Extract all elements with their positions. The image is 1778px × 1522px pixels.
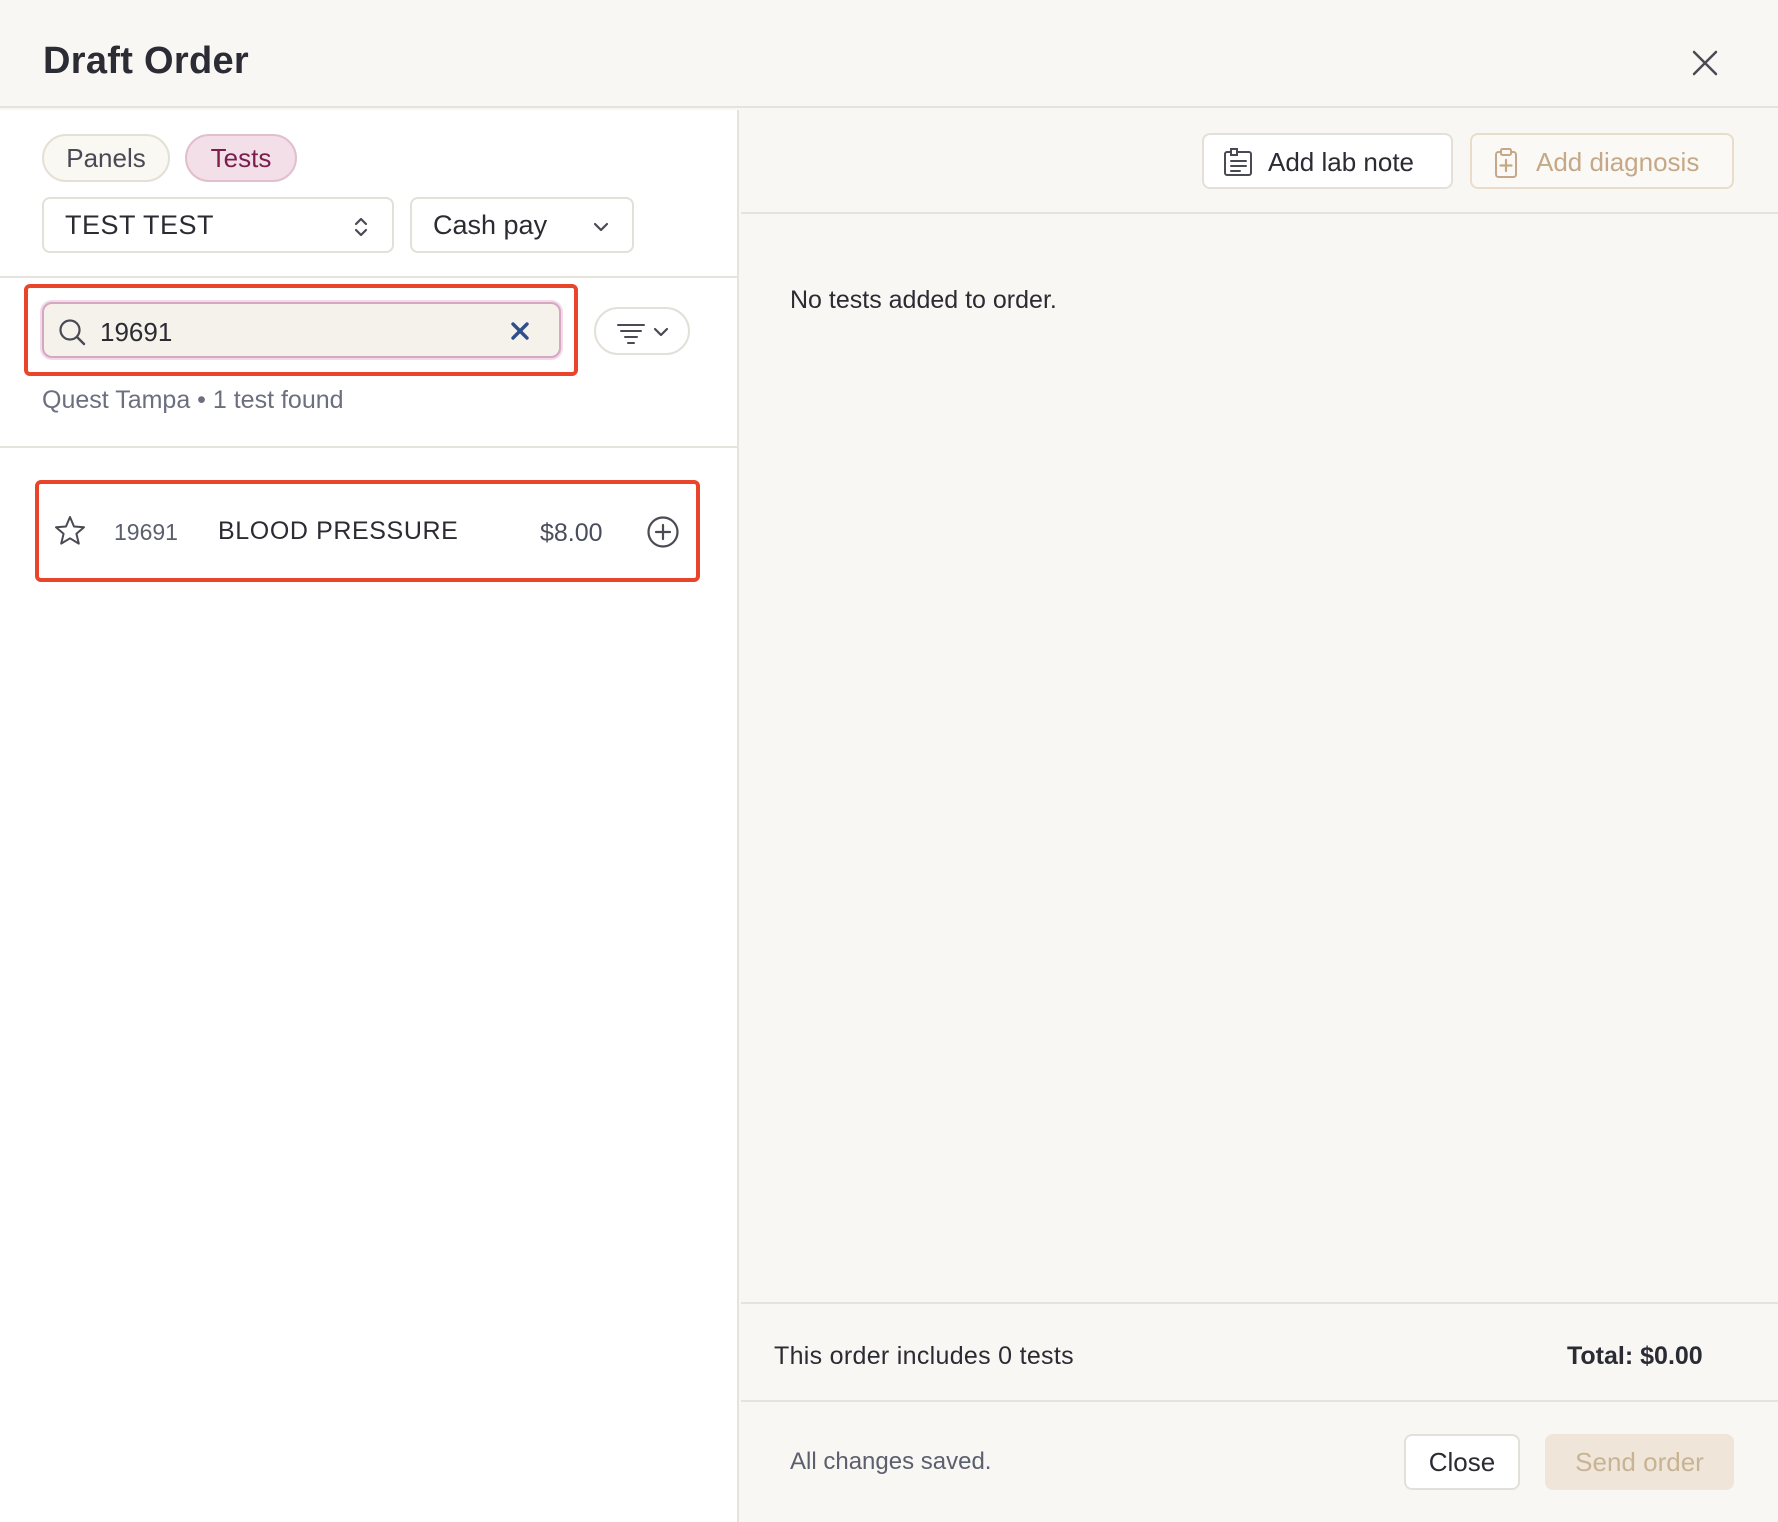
search-input-value: 19691 xyxy=(100,317,173,347)
add-circle-icon[interactable] xyxy=(646,515,680,549)
test-name: BLOOD PRESSURE xyxy=(218,517,459,545)
test-code: 19691 xyxy=(114,519,178,545)
star-icon[interactable] xyxy=(53,514,87,548)
add-lab-note-button[interactable]: Add lab note xyxy=(1202,133,1453,189)
tab-panels[interactable]: Panels xyxy=(42,134,170,182)
divider xyxy=(0,276,739,278)
payment-select[interactable]: Cash pay xyxy=(410,197,634,253)
send-order-button[interactable]: Send order xyxy=(1545,1434,1734,1490)
test-picker-panel: Panels Tests TEST TEST Cash pay 19691 Qu… xyxy=(0,110,739,1522)
clear-icon[interactable] xyxy=(508,319,532,343)
divider xyxy=(741,1400,1778,1402)
dialog-header: Draft Order xyxy=(0,0,1778,108)
filter-button[interactable] xyxy=(594,307,690,355)
page-title: Draft Order xyxy=(43,40,250,82)
lab-note-icon xyxy=(1224,148,1252,176)
test-price: $8.00 xyxy=(540,519,603,547)
chevron-updown-icon xyxy=(354,217,368,237)
filter-icon xyxy=(617,324,669,344)
patient-select[interactable]: TEST TEST xyxy=(42,197,394,253)
search-input[interactable]: 19691 xyxy=(42,302,561,358)
close-button[interactable]: Close xyxy=(1404,1434,1520,1490)
tab-tests[interactable]: Tests xyxy=(185,134,297,182)
payment-select-value: Cash pay xyxy=(433,209,548,240)
empty-order-message: No tests added to order. xyxy=(790,286,1057,314)
chevron-down-icon xyxy=(593,222,609,232)
add-diagnosis-button[interactable]: Add diagnosis xyxy=(1470,133,1734,189)
patient-select-value: TEST TEST xyxy=(65,209,215,240)
add-lab-note-label: Add lab note xyxy=(1268,147,1415,177)
divider xyxy=(0,446,739,448)
divider xyxy=(741,1302,1778,1304)
order-summary: This order includes 0 tests xyxy=(774,1342,1074,1370)
clipboard-plus-icon xyxy=(1495,148,1517,178)
add-diagnosis-label: Add diagnosis xyxy=(1536,147,1700,177)
result-summary: Quest Tampa • 1 test found xyxy=(42,386,344,414)
divider xyxy=(741,212,1778,214)
order-panel xyxy=(741,110,1778,1522)
search-icon xyxy=(59,319,86,346)
order-total: Total: $0.00 xyxy=(1567,1342,1703,1370)
save-status: All changes saved. xyxy=(790,1448,992,1475)
close-icon[interactable] xyxy=(1688,46,1722,80)
